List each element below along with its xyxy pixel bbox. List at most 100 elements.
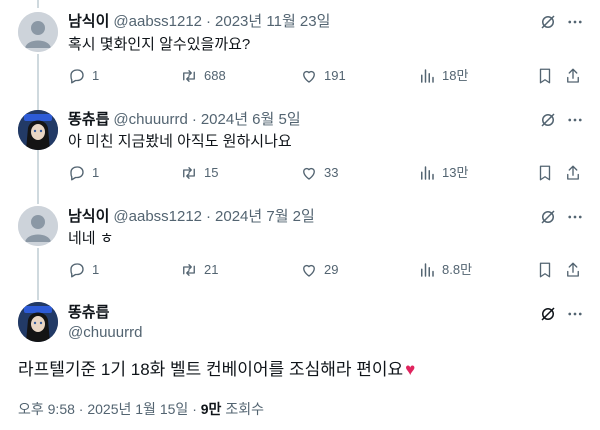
action-bar: 1 15 33 13만 — [68, 163, 588, 183]
avatar[interactable] — [18, 110, 58, 150]
views-icon — [421, 263, 434, 277]
heart-emoji: ♥ — [405, 360, 416, 379]
avatar[interactable] — [18, 206, 58, 246]
share-icon — [567, 262, 579, 277]
tweet-text: 혹시 몇화인지 알수있을까요? — [68, 36, 251, 53]
retweet-button[interactable]: 15 — [180, 163, 218, 183]
like-button[interactable]: 191 — [300, 66, 346, 86]
reply-icon — [70, 166, 84, 181]
more-icon[interactable] — [566, 13, 584, 31]
tweet-meta: 오후 9:58 · 2025년 1월 15일 · 9만 조회수 — [18, 399, 264, 419]
retweet-count: 15 — [204, 165, 219, 180]
display-name[interactable]: 똥츄릅 — [68, 303, 109, 323]
views-button[interactable]: 18만 — [418, 66, 468, 86]
reply-count: 1 — [92, 68, 100, 83]
thread-line — [37, 0, 39, 8]
like-count: 191 — [324, 68, 346, 83]
retweet-icon — [183, 264, 195, 276]
display-name[interactable]: 똥츄릅 — [68, 111, 109, 128]
share-button[interactable] — [564, 66, 588, 86]
views-count: 13만 — [442, 165, 469, 180]
views-button[interactable]: 13만 — [418, 163, 468, 183]
like-icon — [303, 70, 315, 83]
bookmark-button[interactable] — [536, 163, 560, 183]
action-bar: 1 688 191 18만 — [68, 66, 588, 86]
reply-count: 1 — [92, 165, 100, 180]
separator: · — [206, 208, 212, 225]
like-button[interactable]: 33 — [300, 163, 338, 183]
share-button[interactable] — [564, 260, 588, 280]
retweet-icon — [183, 167, 195, 179]
retweet-button[interactable]: 688 — [180, 66, 226, 86]
share-icon — [567, 165, 579, 180]
bookmark-icon — [539, 165, 551, 181]
retweet-button[interactable]: 21 — [180, 260, 218, 280]
retweet-icon — [183, 70, 195, 82]
user-handle[interactable]: @aabss1212 — [113, 13, 202, 30]
views-button[interactable]: 8.8만 — [418, 260, 472, 280]
user-handle[interactable]: @chuuurrd — [113, 111, 187, 128]
anime-avatar-icon — [18, 302, 58, 342]
like-count: 29 — [324, 262, 339, 277]
tweet-date[interactable]: 2025년 1월 15일 — [87, 401, 188, 417]
more-icon[interactable] — [566, 305, 584, 323]
views-icon — [421, 69, 434, 83]
tweet-text: 아 미친 지금봤네 아직도 원하시나요 — [68, 133, 292, 150]
tweet-date[interactable]: 2024년 6월 5일 — [201, 111, 301, 128]
anime-avatar-icon — [18, 110, 58, 150]
reply-icon — [70, 263, 84, 278]
like-icon — [303, 264, 315, 277]
like-icon — [303, 167, 315, 180]
retweet-count: 21 — [204, 262, 219, 277]
share-icon — [567, 68, 579, 83]
display-name[interactable]: 남식이 — [68, 208, 109, 225]
retweet-count: 688 — [204, 68, 226, 83]
tweet-time[interactable]: 오후 9:58 — [18, 401, 75, 417]
reply-count: 1 — [92, 262, 100, 277]
more-icon[interactable] — [566, 111, 584, 129]
bookmark-icon — [539, 68, 551, 84]
grok-icon[interactable] — [539, 305, 557, 323]
user-handle[interactable]: @aabss1212 — [113, 208, 202, 225]
grok-icon[interactable] — [539, 208, 557, 226]
separator: · — [192, 401, 197, 417]
views-count: 8.8만 — [442, 262, 473, 277]
default-avatar-icon — [18, 12, 58, 52]
view-count: 9만 — [200, 401, 222, 417]
tweet-date[interactable]: 2024년 7월 2일 — [215, 208, 315, 225]
view-label: 조회수 — [225, 401, 264, 417]
default-avatar-icon — [18, 206, 58, 246]
like-button[interactable]: 29 — [300, 260, 338, 280]
share-button[interactable] — [564, 163, 588, 183]
tweet-text: 네네 ㅎ — [68, 230, 114, 247]
separator: · — [206, 13, 212, 30]
thread-line — [37, 54, 39, 110]
views-count: 18만 — [442, 68, 469, 83]
reply-button[interactable]: 1 — [68, 260, 99, 280]
reply-header: 남식이 @aabss1212 · 2024년 7월 2일 — [68, 207, 315, 227]
reply-button[interactable]: 1 — [68, 163, 99, 183]
tweet-date[interactable]: 2023년 11월 23일 — [215, 13, 330, 30]
reply-header: 똥츄릅 @chuuurrd · 2024년 6월 5일 — [68, 110, 301, 130]
thread-line — [37, 150, 39, 204]
main-tweet-text: 라프텔기준 1기 18화 벨트 컨베이어를 조심해라 편이요 ♥ — [18, 358, 415, 382]
bookmark-icon — [539, 262, 551, 278]
separator: · — [191, 111, 197, 128]
bookmark-button[interactable] — [536, 66, 560, 86]
avatar[interactable] — [18, 12, 58, 52]
reply-header: 남식이 @aabss1212 · 2023년 11월 23일 — [68, 12, 330, 32]
user-handle[interactable]: @chuuurrd — [68, 323, 142, 343]
separator: · — [78, 401, 84, 417]
display-name[interactable]: 남식이 — [68, 13, 109, 30]
reply-button[interactable]: 1 — [68, 66, 99, 86]
more-icon[interactable] — [566, 208, 584, 226]
grok-icon[interactable] — [539, 13, 557, 31]
tweet-body: 라프텔기준 1기 18화 벨트 컨베이어를 조심해라 편이요 — [18, 360, 404, 379]
thread-line — [37, 248, 39, 300]
reply-icon — [70, 69, 84, 84]
like-count: 33 — [324, 165, 339, 180]
grok-icon[interactable] — [539, 111, 557, 129]
avatar[interactable] — [18, 302, 58, 342]
bookmark-button[interactable] — [536, 260, 560, 280]
action-bar: 1 21 29 8.8만 — [68, 260, 588, 280]
